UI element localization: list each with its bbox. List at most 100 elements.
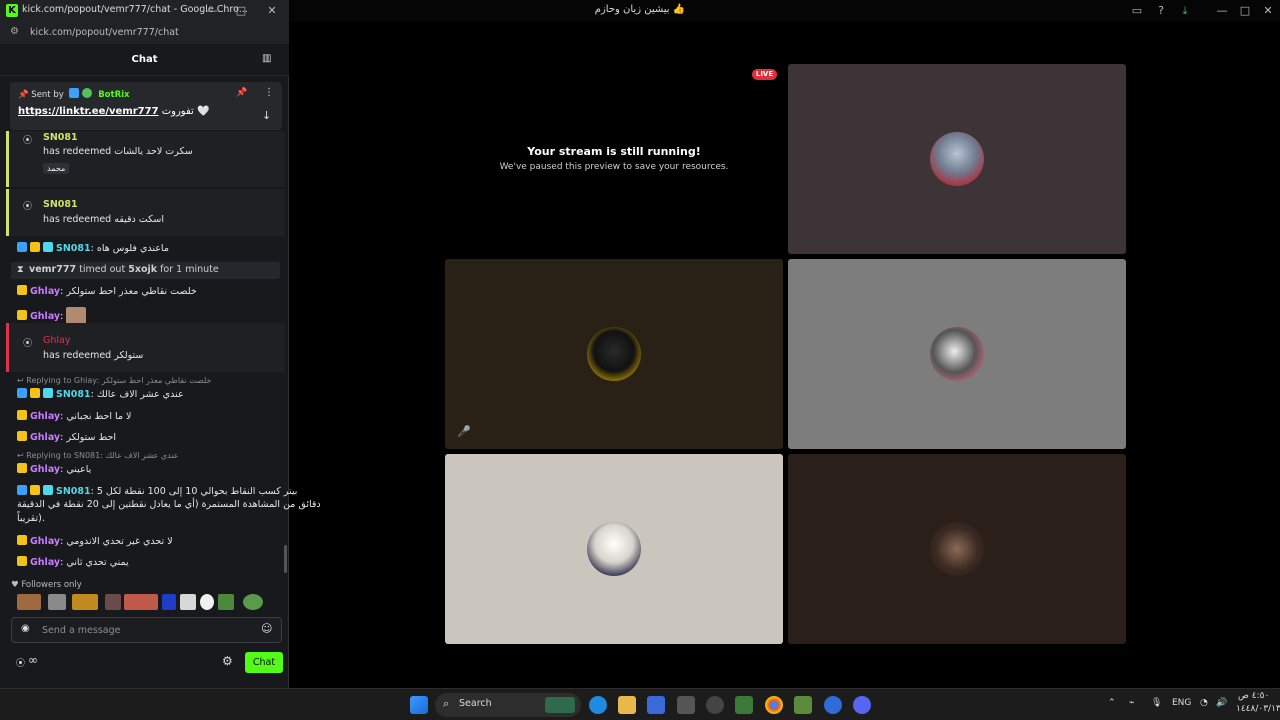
message-continuation: دقائق من المشاهدة المستمرة (أي ما يعادل … <box>17 499 321 510</box>
store-icon[interactable] <box>647 696 665 714</box>
participant-tile[interactable]: 🎤 <box>445 259 783 449</box>
unpin-icon[interactable]: 📌 <box>236 88 247 98</box>
app-icon[interactable] <box>824 696 842 714</box>
redeem-text: has redeemed ستولكر <box>43 350 144 361</box>
expand-down-icon[interactable]: ↓ <box>262 109 271 122</box>
settings-icon[interactable]: ⚙ <box>222 654 233 668</box>
redeem-user[interactable]: Ghlay <box>43 335 70 346</box>
help-icon[interactable]: ? <box>1153 3 1169 19</box>
kick-logo-icon: K <box>6 4 18 17</box>
edge-icon[interactable] <box>589 696 607 714</box>
redeem-event: ⦿ Ghlay has redeemed ستولكر <box>6 323 285 372</box>
reply-context[interactable]: ↩ Replying to Ghlay: خلصت نقاطي معذر احط… <box>17 376 211 385</box>
emote-button[interactable] <box>48 594 66 610</box>
clock-date[interactable]: ١٤٤٨/٠٣/١٣ <box>1236 704 1280 714</box>
volume-icon[interactable]: 🔊 <box>1216 698 1227 708</box>
cast-icon[interactable]: ▭ <box>1129 3 1145 19</box>
minimize-button[interactable]: — <box>204 3 220 19</box>
clock-time[interactable]: ٤:٥٠ ص <box>1238 691 1269 701</box>
close-button[interactable]: ✕ <box>264 3 280 19</box>
chat-message: Ghlay: يمني تحدي ثاني <box>17 556 282 568</box>
send-chat-button[interactable]: Chat <box>245 652 283 673</box>
subscriber-badge-icon <box>17 310 27 320</box>
redeem-user[interactable]: SN081 <box>43 199 78 210</box>
timeout-moderator[interactable]: vemr777 <box>29 264 76 275</box>
message-text: احط ستولكر <box>66 432 117 443</box>
app-icon[interactable] <box>794 696 812 714</box>
message-user[interactable]: Ghlay <box>30 464 60 475</box>
participant-tile[interactable] <box>788 64 1126 254</box>
message-user[interactable]: SN081 <box>56 486 91 497</box>
address-bar[interactable]: ⚙ kick.com/popout/vemr777/chat <box>0 22 289 44</box>
message-user[interactable]: Ghlay <box>30 432 60 443</box>
emote-button[interactable] <box>243 594 263 610</box>
emote-button[interactable] <box>200 594 214 610</box>
maximize-button[interactable]: □ <box>233 3 249 19</box>
network-icon[interactable]: ⌁ <box>1129 698 1134 708</box>
message-user[interactable]: Ghlay <box>30 557 60 568</box>
redeem-event: ⦿ SN081 has redeemed اسكت دقيقه <box>6 189 285 236</box>
message-user[interactable]: SN081 <box>56 389 91 400</box>
emote-button[interactable] <box>17 594 41 610</box>
taskbar-search[interactable]: ⌕ Search <box>435 693 581 717</box>
mic-icon[interactable]: 🎙 <box>1151 698 1162 708</box>
timeout-notice: ⧗ vemr777 timed out 5xojk for 1 minute <box>11 262 280 279</box>
emoji-icon[interactable]: ☺ <box>261 622 272 635</box>
pinned-message: 📌 Sent by BotRix 📌 ⋮ https://linktr.ee/v… <box>10 82 282 130</box>
message-user[interactable]: Ghlay <box>30 536 60 547</box>
emote-button[interactable] <box>180 594 196 610</box>
emote-button[interactable] <box>105 594 121 610</box>
chrome-icon[interactable] <box>765 696 783 714</box>
app-icon[interactable] <box>677 696 695 714</box>
message-user[interactable]: Ghlay <box>30 311 60 322</box>
pinned-sender[interactable]: BotRix <box>98 90 129 100</box>
message-user[interactable]: SN081 <box>56 243 91 254</box>
maximize-button[interactable]: □ <box>1237 3 1253 19</box>
wifi-icon[interactable]: ◔ <box>1200 698 1208 708</box>
emote-button[interactable] <box>162 594 176 610</box>
pinned-link[interactable]: https://linktr.ee/vemr777 <box>18 106 159 117</box>
discord-icon[interactable] <box>853 696 871 714</box>
taskbar: ⌕ Search ⌃ ⌁ 🎙 ENG ◔ 🔊 ٤:٥٠ ص ١٤٤٨/٠٣/١٣ <box>0 688 1280 720</box>
leaderboard-icon[interactable]: ▥ <box>262 53 271 64</box>
channel-points-icon[interactable]: ⦿ <box>16 656 25 669</box>
emote-button[interactable] <box>218 594 234 610</box>
reply-context[interactable]: ↩ Replying to SN081: عندي عشر الاف عالك <box>17 451 179 460</box>
download-icon[interactable]: ⤓ <box>1177 3 1193 19</box>
message-user[interactable]: Ghlay <box>30 411 60 422</box>
message-text: خلصت نقاطي معذر احط ستولكر <box>66 286 197 297</box>
chat-message: Ghlay: خلصت نقاطي معذر احط ستولكر <box>17 285 282 297</box>
chat-message: Ghlay: احط ستولكر <box>17 431 282 443</box>
more-options-icon[interactable]: ⋮ <box>264 87 274 98</box>
file-explorer-icon[interactable] <box>618 696 636 714</box>
minimize-button[interactable]: — <box>1214 3 1230 19</box>
timeout-target[interactable]: 5xojk <box>128 264 157 275</box>
windows-start-icon[interactable] <box>410 696 428 714</box>
live-badge: LIVE <box>752 69 777 80</box>
emote-button[interactable] <box>124 594 158 610</box>
app-icon[interactable] <box>735 696 753 714</box>
chat-message: SN081: عندي عشر الاف عالك <box>17 388 282 400</box>
chevron-up-icon[interactable]: ⌃ <box>1108 698 1116 708</box>
gifter-badge-icon <box>43 242 53 252</box>
emote-button[interactable] <box>72 594 98 610</box>
participant-tile[interactable] <box>445 454 783 644</box>
participant-tile[interactable] <box>788 259 1126 449</box>
chat-scrollbar[interactable] <box>284 545 287 573</box>
message-text: لا تحدي غير تحدي الاندومي <box>66 536 173 547</box>
message-user[interactable]: Ghlay <box>30 286 60 297</box>
close-button[interactable]: ✕ <box>1260 3 1276 19</box>
points-balance: ∞ <box>28 653 38 667</box>
gifter-badge-icon <box>43 485 53 495</box>
address-url[interactable]: kick.com/popout/vemr777/chat <box>30 27 179 38</box>
site-info-icon[interactable]: ⚙ <box>10 26 19 37</box>
chat-identity-icon[interactable]: ◉ <box>21 623 30 634</box>
participant-tile[interactable] <box>788 454 1126 644</box>
language-indicator[interactable]: ENG <box>1172 698 1191 708</box>
subscriber-badge-icon <box>17 431 27 441</box>
message-text: بيتر كسب النقاط بحوالي 10 إلى 100 نقطة ل… <box>96 486 298 497</box>
recorder-icon[interactable] <box>706 696 724 714</box>
message-text: عندي عشر الاف عالك <box>96 389 184 400</box>
redeem-user[interactable]: SN081 <box>43 132 78 143</box>
chat-message-input[interactable] <box>40 622 250 639</box>
